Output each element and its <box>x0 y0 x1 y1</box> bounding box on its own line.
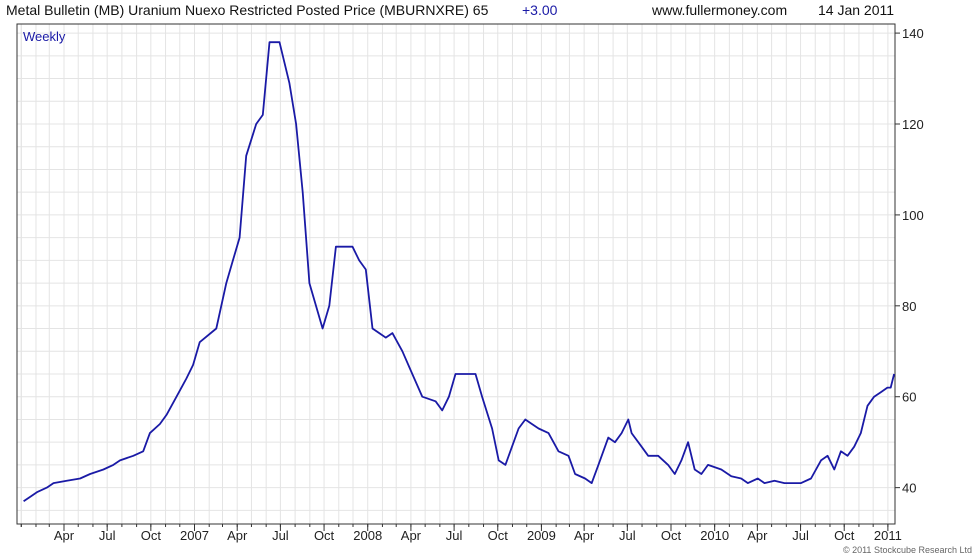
x-tick-label: Oct <box>141 528 162 543</box>
x-tick-label: Jul <box>272 528 289 543</box>
x-tick-label: Apr <box>574 528 595 543</box>
x-tick-label: Oct <box>488 528 509 543</box>
x-tick-label: 2008 <box>353 528 382 543</box>
x-tick-label: Jul <box>446 528 463 543</box>
plot-frame <box>16 23 896 525</box>
x-tick-label: Jul <box>792 528 809 543</box>
grid-lines <box>17 24 895 524</box>
x-tick-label: 2010 <box>700 528 729 543</box>
x-axis: Apr Jul Oct 2007 Apr Jul Oct 2008 Apr Jul Oct 2009 A… <box>20 524 902 543</box>
chart-title: Metal Bulletin (MB) Uranium Nuexo Restri… <box>6 2 489 18</box>
y-tick-label: 120 <box>902 117 924 132</box>
x-tick-label: Apr <box>747 528 768 543</box>
frequency-label: Weekly <box>23 29 66 44</box>
x-tick-label: Oct <box>661 528 682 543</box>
y-tick-label: 100 <box>902 208 924 223</box>
series-layer <box>23 41 895 503</box>
x-tick-label: Jul <box>99 528 116 543</box>
y-tick-label: 140 <box>902 26 924 41</box>
x-tick-label: Apr <box>401 528 422 543</box>
x-tick-label: Oct <box>314 528 335 543</box>
price-series-line <box>23 41 895 503</box>
price-change: +3.00 <box>522 2 558 18</box>
date-label: 14 Jan 2011 <box>818 2 894 18</box>
x-tick-label: Apr <box>54 528 75 543</box>
x-tick-label: Oct <box>834 528 855 543</box>
x-tick-label: Apr <box>227 528 248 543</box>
copyright-text: © 2011 Stockcube Research Ltd <box>843 545 972 555</box>
website-label: www.fullermoney.com <box>651 2 787 18</box>
y-axis: 40 60 80 100 120 140 <box>895 26 924 496</box>
y-tick-label: 80 <box>902 299 916 314</box>
x-tick-label: 2011 <box>874 528 902 543</box>
x-tick-label: Jul <box>619 528 636 543</box>
y-tick-label: 60 <box>902 390 916 405</box>
y-tick-label: 40 <box>902 481 916 496</box>
x-tick-label: 2007 <box>180 528 209 543</box>
price-chart: Metal Bulletin (MB) Uranium Nuexo Restri… <box>6 2 972 555</box>
x-tick-label: 2009 <box>527 528 556 543</box>
